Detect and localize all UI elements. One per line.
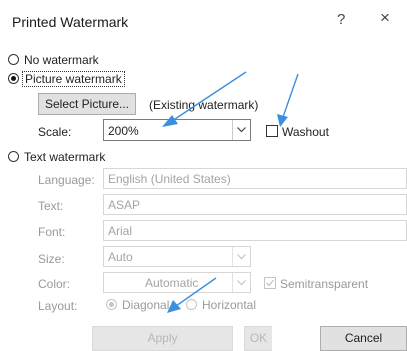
close-button[interactable]: × (380, 9, 390, 26)
text-combobox[interactable]: ASAP (103, 194, 407, 215)
size-value: Auto (108, 250, 133, 264)
text-value: ASAP (108, 198, 141, 212)
checkmark-icon (266, 279, 275, 287)
no-watermark-label[interactable]: No watermark (24, 53, 99, 67)
semitransparent-label[interactable]: Semitransparent (280, 277, 368, 291)
size-combobox[interactable]: Auto (103, 246, 251, 267)
color-label: Color: (38, 277, 71, 291)
language-value: English (United States) (108, 172, 231, 186)
language-combobox[interactable]: English (United States) (103, 168, 407, 189)
scale-combobox[interactable]: 200% (103, 119, 251, 141)
washout-label[interactable]: Washout (282, 125, 329, 139)
size-label: Size: (38, 252, 65, 266)
existing-watermark-note: (Existing watermark) (149, 98, 259, 112)
chevron-down-icon[interactable] (232, 120, 250, 140)
select-picture-button[interactable]: Select Picture... (38, 93, 136, 115)
color-picker[interactable]: Automatic (103, 272, 251, 293)
washout-checkbox[interactable] (266, 125, 278, 137)
picture-watermark-label[interactable]: Picture watermark (22, 71, 125, 87)
layout-horizontal-label[interactable]: Horizontal (202, 298, 256, 312)
font-label: Font: (38, 225, 66, 239)
arrow-to-washout (282, 73, 299, 118)
font-combobox[interactable]: Arial (103, 220, 407, 241)
semitransparent-checkbox[interactable] (264, 277, 276, 289)
ok-button[interactable]: OK (244, 326, 272, 351)
layout-diagonal-label[interactable]: Diagonal (122, 298, 169, 312)
arrow-to-scale (171, 71, 247, 122)
chevron-down-icon[interactable] (232, 273, 250, 292)
cancel-button[interactable]: Cancel (320, 326, 407, 351)
dialog-title: Printed Watermark (12, 14, 129, 30)
text-watermark-label[interactable]: Text watermark (24, 150, 105, 164)
picture-watermark-radio[interactable] (8, 73, 19, 84)
layout-diagonal-radio[interactable] (106, 299, 117, 310)
scale-value: 200% (108, 124, 139, 138)
apply-button[interactable]: Apply (92, 326, 233, 351)
language-label: Language: (38, 173, 95, 187)
text-watermark-radio[interactable] (8, 151, 19, 162)
text-label: Text: (38, 199, 64, 213)
layout-label: Layout: (38, 299, 78, 313)
scale-label: Scale: (38, 125, 72, 139)
font-value: Arial (108, 224, 133, 238)
help-button[interactable]: ? (337, 11, 345, 28)
chevron-down-icon[interactable] (232, 247, 250, 266)
color-value: Automatic (145, 276, 199, 290)
no-watermark-radio[interactable] (8, 54, 19, 65)
layout-horizontal-radio[interactable] (186, 299, 197, 310)
